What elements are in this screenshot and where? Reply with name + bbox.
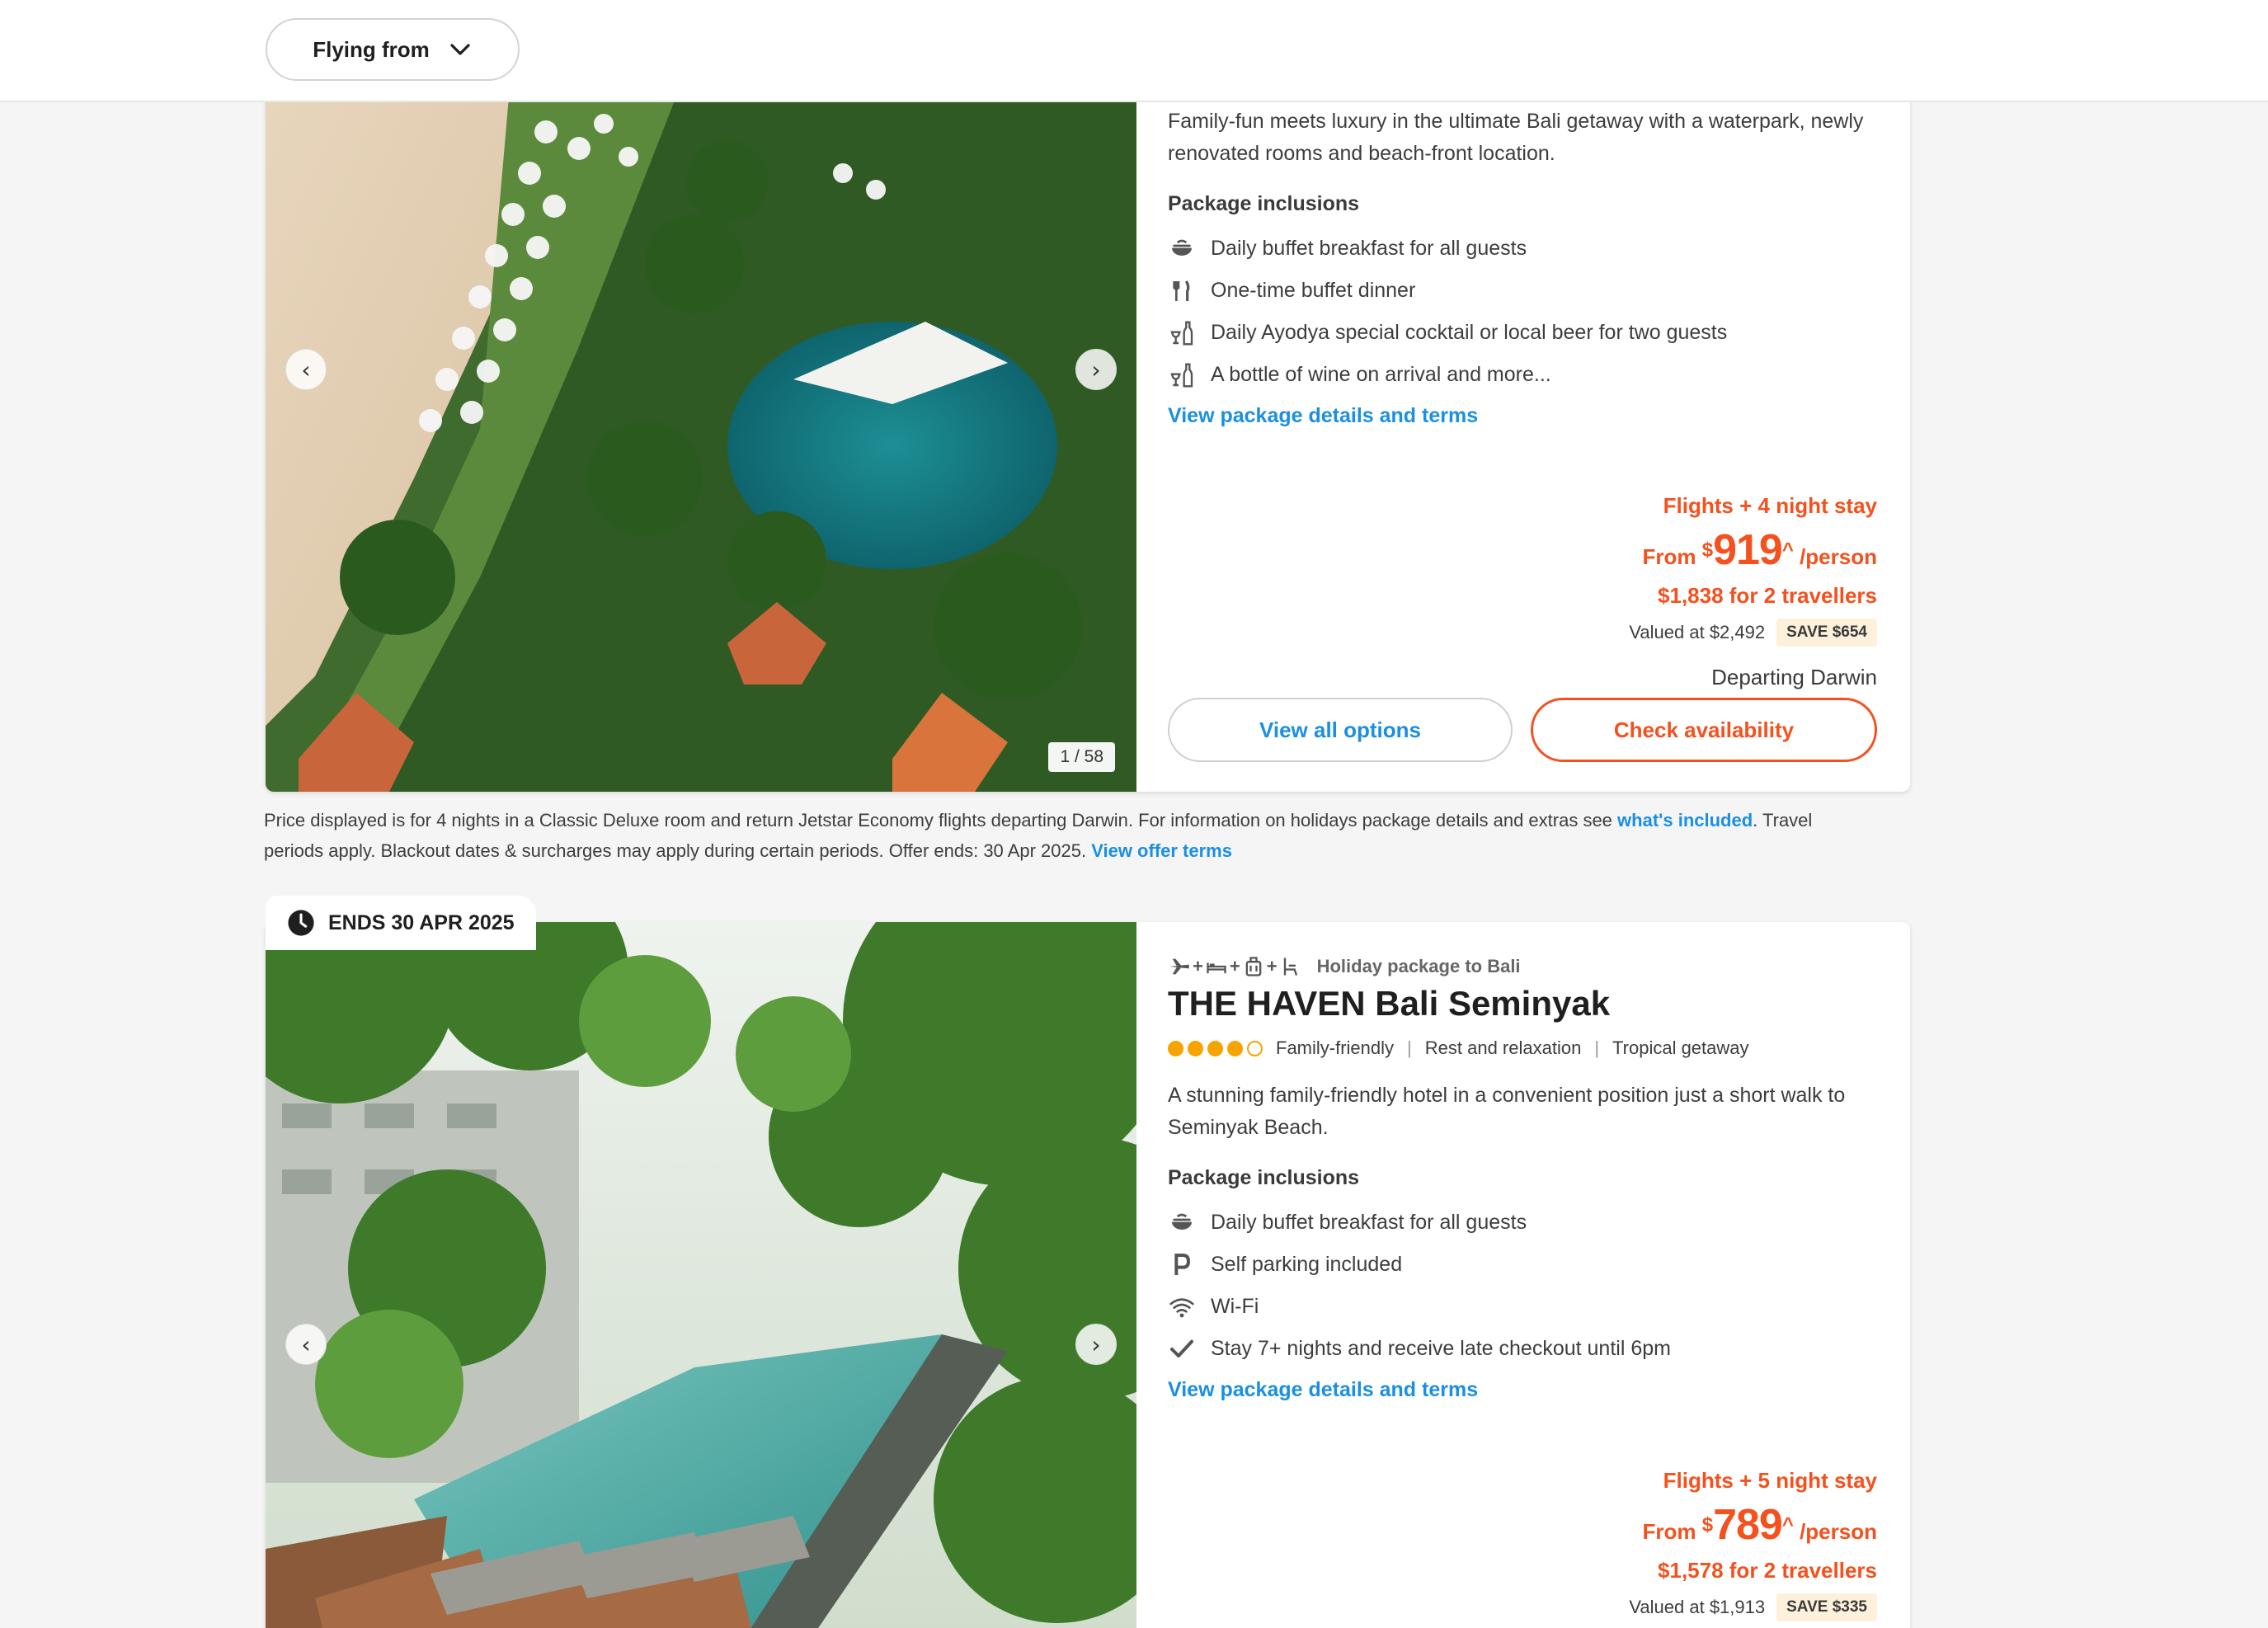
seat-icon [1283, 958, 1297, 976]
inclusion-item: Daily Ayodya special cocktail or local b… [1168, 312, 1877, 354]
inclusions-title: Package inclusions [1168, 1166, 1360, 1189]
price-per-person: From $789^ /person [1642, 1501, 1877, 1549]
view-all-options-button[interactable]: View all options [1168, 698, 1513, 762]
package-card-2: ‹ › + + + Holiday package to Bali THE HA… [266, 922, 1910, 1628]
departing-city: Departing Darwin [1711, 665, 1877, 689]
tag: Family-friendly [1276, 1037, 1395, 1058]
breakfast-bowl-icon [1168, 236, 1196, 262]
hotel-photo-carousel[interactable]: ‹ › 1 / 58 [266, 49, 1136, 792]
check-availability-button[interactable]: Check availability [1531, 698, 1877, 762]
view-package-details-link[interactable]: View package details and terms [1168, 1378, 1478, 1402]
hotel-photo [266, 922, 1136, 1628]
price-block: Flights + 5 night stay From $789^ /perso… [1629, 1468, 1877, 1621]
wine-bottle-icon [1168, 320, 1196, 346]
rating-dot-filled [1188, 1040, 1203, 1056]
valued-at-row: Valued at $1,913 SAVE $335 [1629, 1593, 1877, 1621]
rating-row: Family-friendly | Rest and relaxation | … [1168, 1037, 1749, 1059]
price-block: Flights + 4 night stay From $919^ /perso… [1629, 493, 1877, 690]
total-price: $1,578 for 2 travellers [1658, 1558, 1877, 1583]
price-per-person: From $919^ /person [1642, 526, 1877, 574]
package-details-2: + + + Holiday package to Bali THE HAVEN … [1168, 922, 1877, 1628]
inclusion-item: Self parking included [1168, 1244, 1877, 1286]
carousel-prev-button[interactable]: ‹ [285, 1324, 327, 1365]
hotel-description: Family-fun meets luxury in the ultimate … [1168, 110, 1864, 165]
checkmark-icon [1168, 1336, 1196, 1362]
whats-included-link[interactable]: what's included [1617, 810, 1753, 830]
chevron-down-icon [450, 44, 470, 55]
view-package-details-link[interactable]: View package details and terms [1168, 404, 1478, 428]
carousel-next-button[interactable]: › [1075, 349, 1117, 390]
rating-dot-filled [1227, 1040, 1243, 1056]
package-type-label: Holiday package to Bali [1316, 956, 1521, 976]
rating-dot-filled [1207, 1040, 1223, 1056]
flying-from-label: Flying from [313, 36, 430, 62]
rating-dot-filled [1168, 1040, 1183, 1056]
luggage-icon [1245, 957, 1262, 976]
bed-icon [1207, 962, 1226, 974]
package-card-1: ‹ › 1 / 58 Family-fun meets luxury in th… [266, 49, 1910, 792]
price-disclaimer: Price displayed is for 4 nights in a Cla… [264, 810, 1813, 861]
save-badge: SAVE $654 [1776, 619, 1877, 647]
offer-ends-tab: ENDS 30 APR 2025 [266, 896, 536, 950]
inclusions-list: Daily buffet breakfast for all guests Se… [1168, 1202, 1877, 1370]
plane-icon [1169, 958, 1189, 975]
inclusion-item: Wi-Fi [1168, 1286, 1877, 1328]
stay-length: Flights + 4 night stay [1663, 493, 1877, 518]
clock-icon [288, 910, 314, 936]
package-type-row: + + + Holiday package to Bali [1168, 955, 1521, 978]
inclusion-item: One-time buffet dinner [1168, 270, 1877, 312]
inclusion-item: Daily buffet breakfast for all guests [1168, 1202, 1877, 1244]
hotel-photo-carousel[interactable]: ‹ › [266, 922, 1136, 1628]
tag: Rest and relaxation [1424, 1037, 1582, 1058]
package-details-1: Family-fun meets luxury in the ultimate … [1168, 49, 1877, 792]
wine-bottle-icon [1168, 362, 1196, 388]
cutlery-icon [1168, 278, 1196, 304]
total-price: $1,838 for 2 travellers [1658, 583, 1877, 608]
inclusion-item: Stay 7+ nights and receive late checkout… [1168, 1328, 1877, 1370]
hotel-description: A stunning family-friendly hotel in a co… [1168, 1084, 1846, 1139]
carousel-next-button[interactable]: › [1075, 1324, 1117, 1365]
wifi-icon [1168, 1294, 1196, 1320]
hotel-photo [266, 49, 1136, 792]
inclusions-list: Daily buffet breakfast for all guests On… [1168, 228, 1877, 396]
breakfast-bowl-icon [1168, 1210, 1196, 1236]
inclusions-title: Package inclusions [1168, 192, 1360, 215]
star-rating [1168, 1040, 1263, 1056]
carousel-prev-button[interactable]: ‹ [285, 349, 327, 390]
tag: Tropical getaway [1612, 1037, 1749, 1058]
flying-from-dropdown[interactable]: Flying from [266, 18, 520, 81]
hotel-title: THE HAVEN Bali Seminyak [1168, 984, 1611, 1023]
valued-at-row: Valued at $2,492 SAVE $654 [1629, 619, 1877, 647]
parking-icon [1168, 1252, 1196, 1278]
inclusion-item: A bottle of wine on arrival and more... [1168, 354, 1877, 396]
photo-counter: 1 / 58 [1048, 742, 1115, 772]
stay-length: Flights + 5 night stay [1663, 1468, 1877, 1493]
rating-dot-empty [1247, 1040, 1263, 1056]
inclusion-item: Daily buffet breakfast for all guests [1168, 228, 1877, 270]
top-bar: Flying from [0, 0, 2268, 102]
save-badge: SAVE $335 [1776, 1593, 1877, 1621]
view-offer-terms-link[interactable]: View offer terms [1091, 840, 1232, 861]
